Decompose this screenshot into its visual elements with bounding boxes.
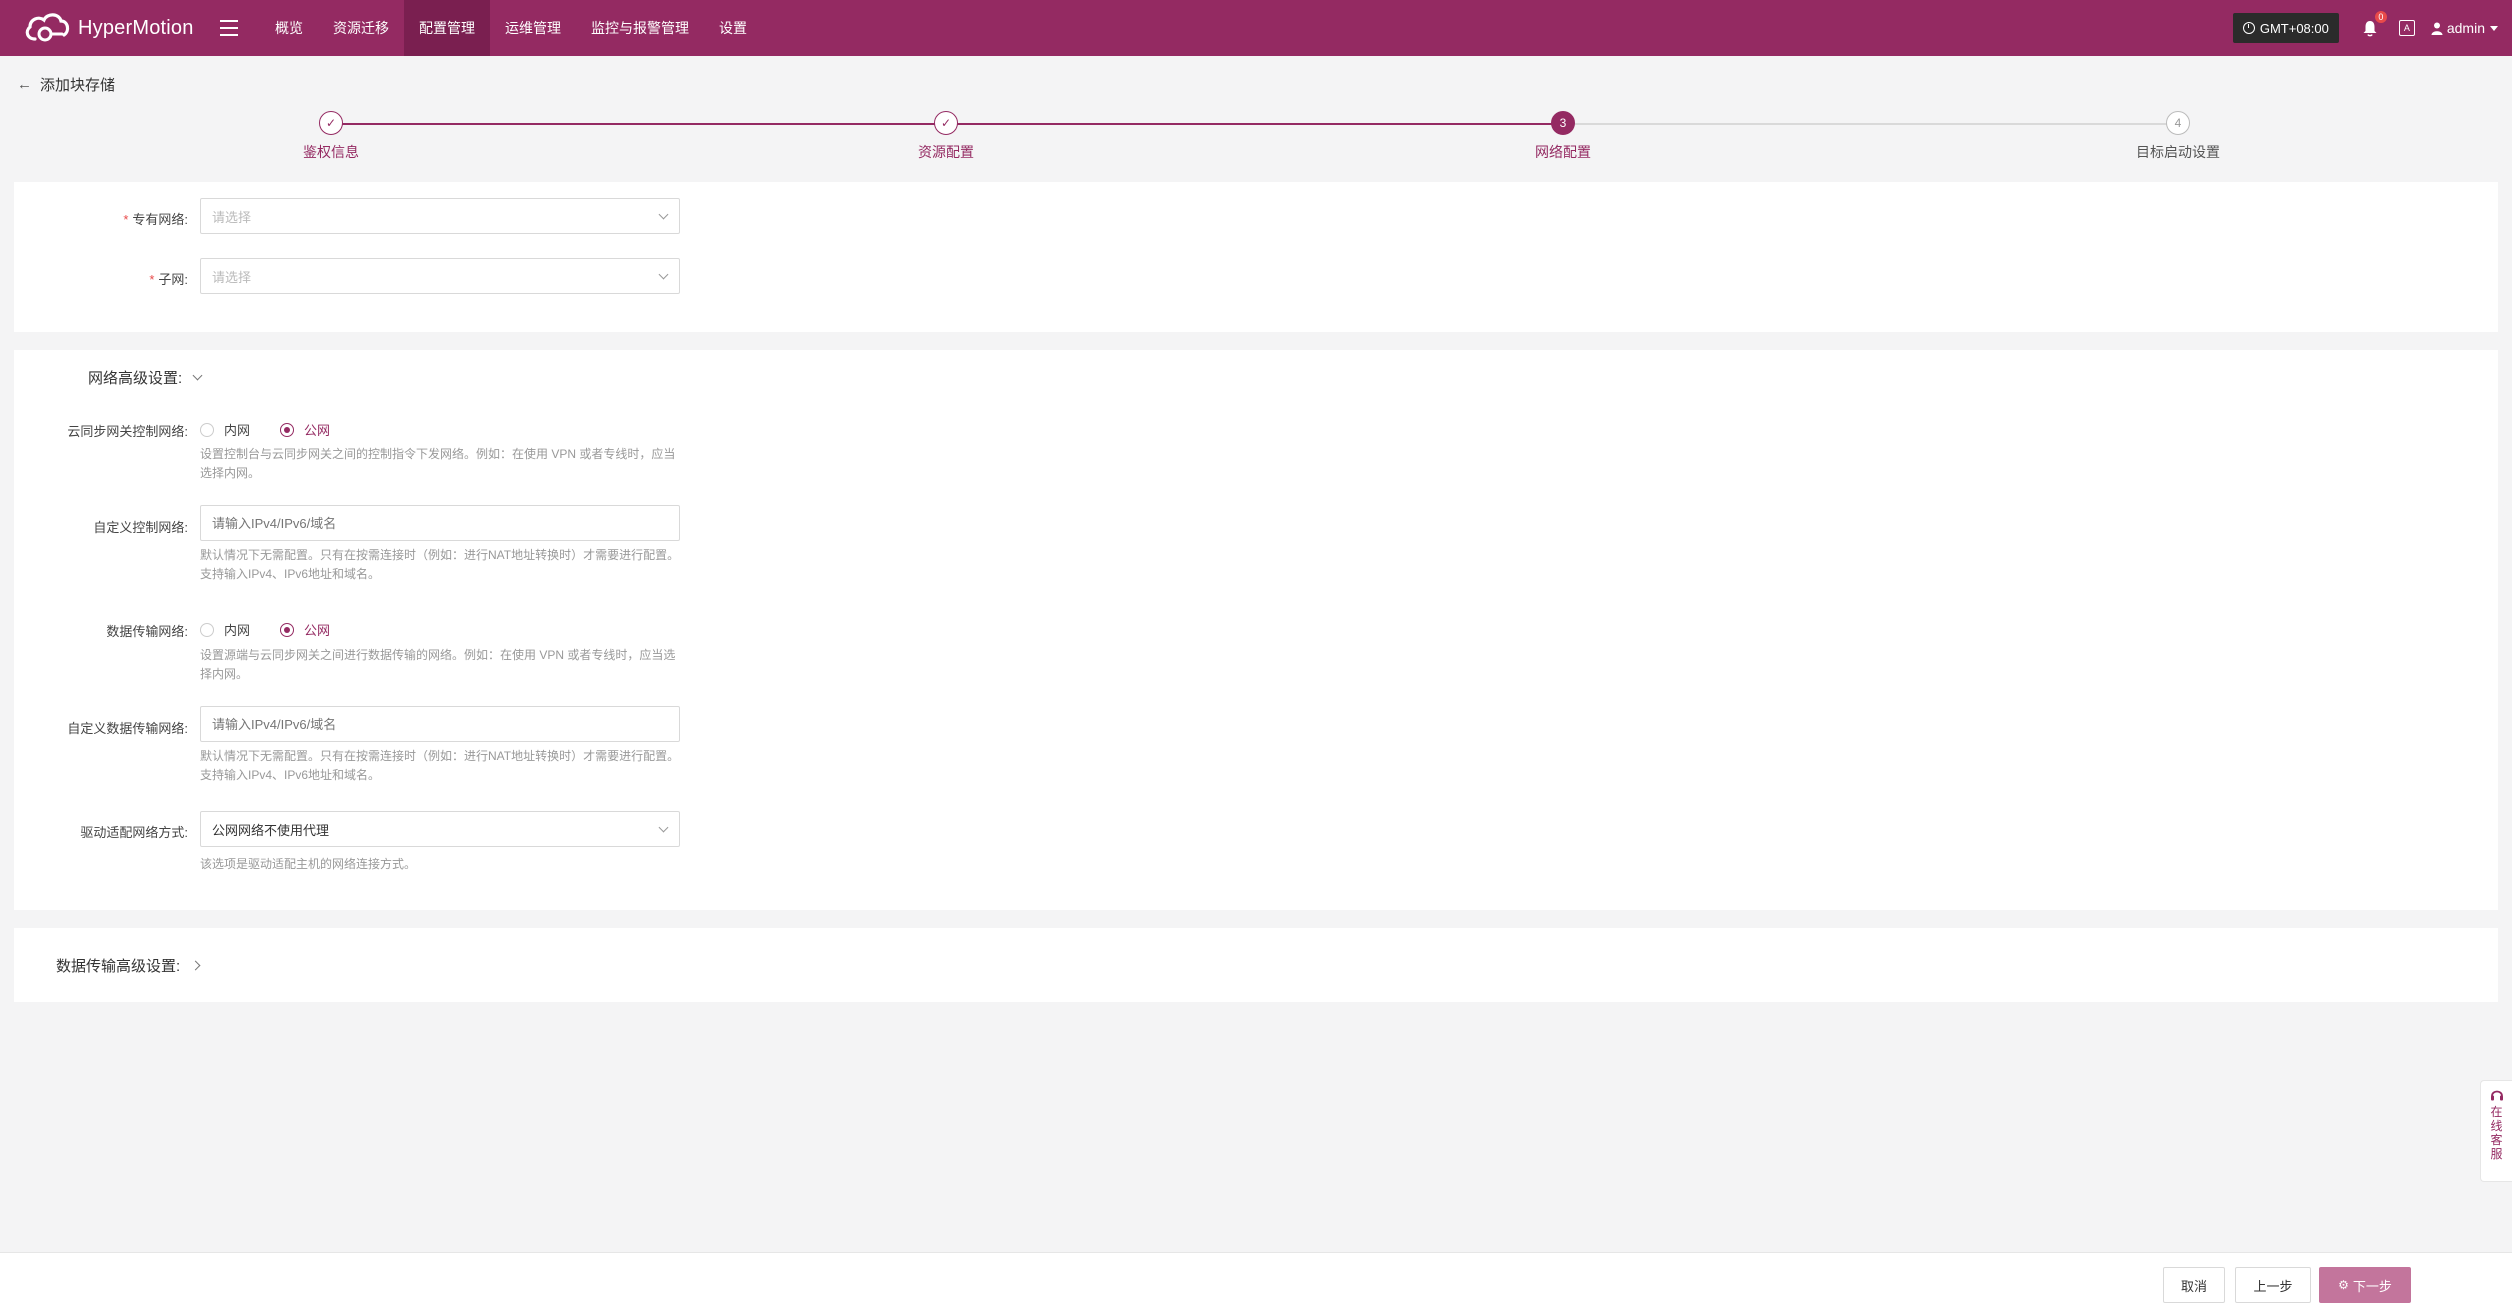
chevron-down-icon [658, 269, 669, 280]
data-transfer-help: 设置源端与云同步网关之间进行数据传输的网络。例如：在使用 VPN 或者专线时，应… [200, 648, 676, 681]
advanced-network-card: 网络高级设置: 云同步网关控制网络: 内网 公网 设置控制台与云同步网关之间的控… [14, 350, 2498, 910]
data-transfer-radio-group: 内网 公网 [200, 620, 360, 639]
timezone-badge[interactable]: GMT+08:00 [2232, 13, 2339, 43]
data-transfer-label: 数据传输网络: [106, 624, 188, 639]
gateway-control-radio-group: 内网 公网 [200, 420, 360, 439]
section-title: 网络高级设置: [88, 370, 183, 387]
arrow-left-icon: ← [17, 76, 32, 93]
driver-mode-value: 公网网络不使用代理 [212, 822, 330, 838]
subnet-label: * 子网: [149, 272, 188, 287]
user-icon [2431, 22, 2443, 35]
gateway-control-public-radio[interactable]: 公网 [280, 420, 330, 439]
driver-mode-help: 该选项是驱动适配主机的网络连接方式。 [200, 857, 417, 871]
chevron-right-icon [190, 960, 201, 971]
driver-mode-select[interactable]: 公网网络不使用代理 [200, 811, 680, 847]
custom-control-input[interactable] [200, 505, 680, 541]
timezone-label: GMT+08:00 [2259, 20, 2329, 36]
subnet-select[interactable]: 请选择 [200, 258, 680, 294]
step-number: 4 [2166, 111, 2190, 135]
username: admin [2446, 20, 2485, 36]
step-resource: ✓ 资源配置 [846, 108, 1046, 162]
nav-settings[interactable]: 设置 [704, 0, 762, 56]
custom-data-help: 默认情况下无需配置。只有在按需连接时（例如：进行NAT地址转换时）才需要进行配置… [200, 749, 680, 782]
notification-bell[interactable]: 0 [2361, 11, 2387, 37]
next-step-label: 下一步 [2352, 1278, 2392, 1294]
app-name: HyperMotion [78, 16, 194, 39]
nav-ops[interactable]: 运维管理 [490, 0, 576, 56]
page-title: 添加块存储 [40, 77, 116, 94]
chevron-down-icon [2490, 25, 2498, 31]
gateway-control-label: 云同步网关控制网络: [67, 424, 188, 439]
subnet-placeholder: 请选择 [212, 269, 252, 285]
online-service-label: 在线客服 [2490, 1105, 2503, 1161]
step-number: 3 [1551, 111, 1575, 135]
data-transfer-advanced-card: 数据传输高级设置: [14, 928, 2498, 1002]
data-transfer-advanced-toggle[interactable]: 数据传输高级设置: [56, 955, 201, 976]
next-step-button[interactable]: ⚙ 下一步 [2319, 1267, 2411, 1303]
custom-data-label: 自定义数据传输网络: [67, 721, 188, 736]
step-network: 3 网络配置 [1463, 108, 1663, 162]
advanced-network-toggle[interactable]: 网络高级设置: [88, 367, 203, 388]
data-transfer-public-radio[interactable]: 公网 [280, 620, 330, 639]
check-icon: ✓ [319, 111, 343, 135]
menu-toggle-icon[interactable] [220, 20, 238, 36]
chevron-down-icon [658, 822, 669, 833]
notification-count: 0 [2374, 11, 2387, 23]
chevron-down-icon [192, 370, 203, 381]
step-label: 目标启动设置 [2136, 144, 2220, 160]
nav-overview[interactable]: 概览 [260, 0, 318, 56]
language-icon[interactable]: A [2398, 20, 2415, 36]
prev-step-button[interactable]: 上一步 [2235, 1267, 2311, 1303]
vpc-select[interactable]: 请选择 [200, 198, 680, 234]
nav-migration[interactable]: 资源迁移 [318, 0, 404, 56]
vpc-placeholder: 请选择 [212, 209, 252, 225]
step-label: 资源配置 [918, 144, 974, 160]
check-icon: ✓ [934, 111, 958, 135]
online-service-widget[interactable]: 在线客服 [2480, 1080, 2512, 1182]
step-label: 鉴权信息 [303, 144, 359, 160]
back-link[interactable]: ← 添加块存储 [17, 74, 115, 95]
custom-control-help: 默认情况下无需配置。只有在按需连接时（例如：进行NAT地址转换时）才需要进行配置… [200, 548, 680, 581]
step-auth: ✓ 鉴权信息 [231, 108, 431, 162]
gear-icon: ⚙ [2338, 1278, 2349, 1292]
stepper: ✓ 鉴权信息 ✓ 资源配置 3 网络配置 4 目标启动设置 [0, 108, 2512, 168]
step-label: 网络配置 [1535, 144, 1591, 160]
app-logo[interactable]: HyperMotion [0, 9, 200, 47]
top-navbar: HyperMotion 概览 资源迁移 配置管理 运维管理 监控与报警管理 设置… [0, 0, 2512, 56]
custom-control-label: 自定义控制网络: [93, 520, 188, 535]
network-card: * 专有网络: 请选择 * 子网: 请选择 [14, 182, 2498, 332]
vpc-label: * 专有网络: [123, 212, 188, 227]
cloud-logo-icon [25, 13, 70, 42]
headset-icon [2490, 1090, 2503, 1101]
step-boot: 4 目标启动设置 [2078, 108, 2278, 162]
main-nav: 概览 资源迁移 配置管理 运维管理 监控与报警管理 设置 [260, 0, 762, 56]
user-menu[interactable]: admin [2431, 20, 2498, 36]
gateway-control-intranet-radio[interactable]: 内网 [200, 420, 250, 439]
clock-icon [2242, 22, 2255, 34]
driver-mode-label: 驱动适配网络方式: [80, 825, 188, 840]
chevron-down-icon [658, 209, 669, 220]
custom-data-input[interactable] [200, 706, 680, 742]
cancel-button[interactable]: 取消 [2163, 1267, 2225, 1303]
nav-config[interactable]: 配置管理 [404, 0, 490, 56]
nav-monitor[interactable]: 监控与报警管理 [576, 0, 704, 56]
data-transfer-intranet-radio[interactable]: 内网 [200, 620, 250, 639]
footer-actions: 取消 上一步 ⚙ 下一步 [0, 1252, 2512, 1314]
gateway-control-help: 设置控制台与云同步网关之间的控制指令下发网络。例如：在使用 VPN 或者专线时，… [200, 447, 676, 480]
bell-icon [2363, 21, 2377, 37]
section-title: 数据传输高级设置: [56, 958, 181, 975]
